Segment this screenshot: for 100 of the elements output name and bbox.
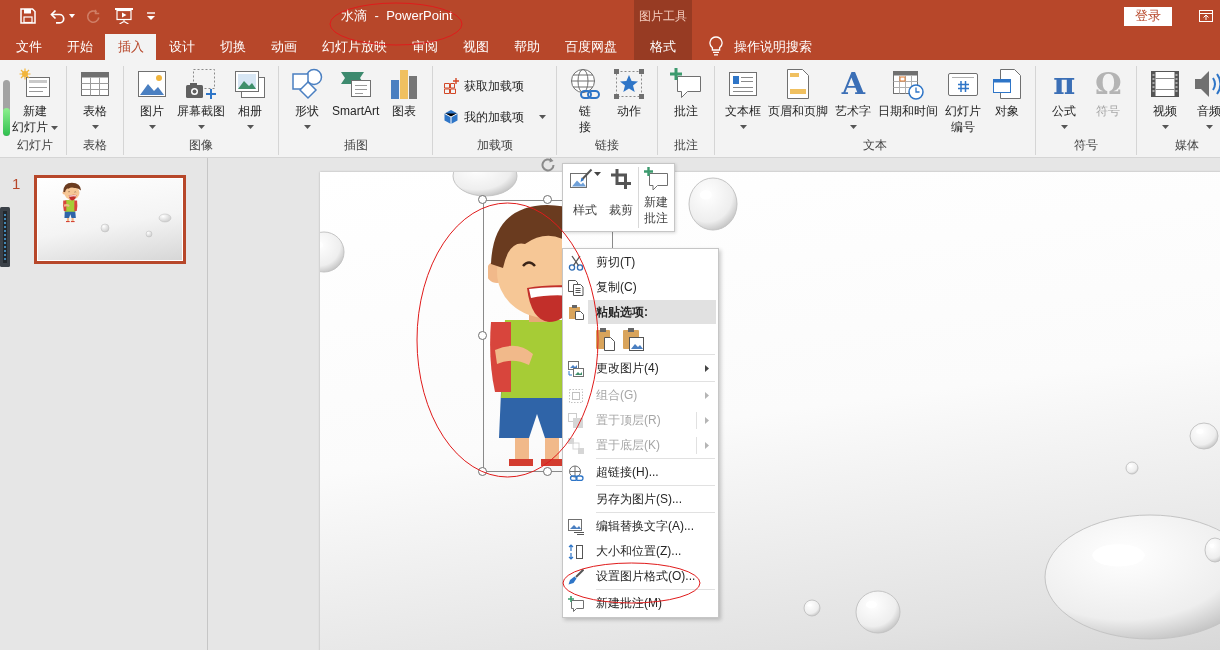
omega-icon: Ω bbox=[1092, 68, 1125, 100]
water-drop bbox=[855, 590, 901, 634]
water-drop bbox=[1125, 461, 1139, 475]
ribbon-button[interactable]: 我的加载项 bbox=[439, 105, 551, 129]
menu-section-header: 粘贴选项: bbox=[588, 300, 716, 324]
ribbon-tab[interactable]: 开始 bbox=[54, 34, 105, 60]
picture-icon bbox=[136, 68, 168, 100]
cube-icon bbox=[443, 109, 460, 125]
ribbon-button[interactable]: 相册 bbox=[228, 68, 272, 135]
ribbon-tab[interactable]: 插入 bbox=[105, 34, 156, 60]
toolbar-button[interactable]: 裁剪 bbox=[605, 167, 637, 228]
paste-option-button[interactable] bbox=[595, 327, 615, 351]
menu-item[interactable]: 更改图片(4) bbox=[563, 356, 718, 381]
group-label: 幻灯片 bbox=[16, 137, 54, 154]
resize-handle[interactable] bbox=[478, 331, 487, 340]
ribbon-button[interactable]: 视频 bbox=[1143, 68, 1188, 135]
picture-brush-icon bbox=[569, 168, 593, 190]
water-drop bbox=[158, 213, 172, 223]
star-frame-icon bbox=[613, 68, 646, 100]
ribbon-button[interactable]: 文本框 bbox=[721, 68, 766, 135]
ribbon-tab[interactable]: 文件 bbox=[3, 34, 54, 60]
ribbon-button[interactable]: 获取加载项 bbox=[439, 74, 529, 98]
water-drop bbox=[688, 177, 738, 231]
picture-swap-icon bbox=[567, 360, 584, 377]
customize-icon bbox=[147, 12, 155, 20]
sign-in-button[interactable]: 登录 bbox=[1124, 6, 1172, 26]
comment-plus-icon bbox=[567, 595, 584, 612]
water-drop bbox=[145, 230, 153, 238]
slide-thumbnail[interactable] bbox=[34, 175, 186, 264]
search-field[interactable]: 操作说明搜索 bbox=[734, 38, 844, 54]
menu-item[interactable]: 编辑替换文字(A)... bbox=[563, 514, 718, 539]
lightbulb-icon bbox=[709, 36, 723, 56]
grid-plus-icon bbox=[443, 78, 460, 94]
ribbon-tab[interactable]: 帮助 bbox=[501, 34, 552, 60]
ribbon-button[interactable]: 链 接 bbox=[563, 68, 608, 135]
group-label: 表格 bbox=[82, 137, 108, 154]
resize-handle[interactable] bbox=[543, 195, 552, 204]
menu-item[interactable]: 复制(C) bbox=[563, 275, 718, 300]
ribbon-tab[interactable]: 格式 bbox=[634, 34, 692, 60]
ribbon-button[interactable]: 页眉和页脚 bbox=[765, 68, 832, 119]
ribbon-tab[interactable]: 动画 bbox=[258, 34, 309, 60]
ribbon-button[interactable]: 形状 bbox=[285, 68, 329, 135]
water-drop bbox=[803, 599, 821, 617]
ribbon-button[interactable]: 表格 bbox=[73, 68, 117, 135]
paintbrush-icon bbox=[567, 568, 584, 585]
ribbon-button[interactable]: π 公式 bbox=[1042, 68, 1087, 135]
ribbon-tab[interactable]: 切换 bbox=[207, 34, 258, 60]
contextual-tab-label: 图片工具 bbox=[638, 7, 688, 25]
ribbon-tab[interactable]: 设计 bbox=[156, 34, 207, 60]
water-drop bbox=[452, 172, 518, 197]
ribbon-tab[interactable]: 视图 bbox=[450, 34, 501, 60]
dashed-squares-icon bbox=[567, 387, 584, 404]
ribbon-tab[interactable]: 审阅 bbox=[399, 34, 450, 60]
group-label: 符号 bbox=[1073, 137, 1100, 154]
group-label: 链接 bbox=[594, 137, 621, 154]
menu-item[interactable]: 另存为图片(S)... bbox=[563, 487, 718, 512]
slide-sparkle-icon bbox=[19, 68, 51, 100]
ribbon-button[interactable]: 图表 bbox=[382, 68, 427, 119]
ribbon-button[interactable]: 新建 幻灯片 bbox=[9, 68, 61, 135]
camera-frame-icon bbox=[185, 68, 217, 100]
ribbon-button[interactable]: 屏幕截图 bbox=[174, 68, 228, 135]
water-drop bbox=[100, 223, 110, 233]
calendar-clock-icon bbox=[892, 68, 925, 100]
water-drop bbox=[320, 231, 345, 273]
letter-a-icon: A bbox=[837, 68, 870, 100]
menu-item[interactable]: 超链接(H)... bbox=[563, 460, 718, 485]
group-label: 加载项 bbox=[475, 137, 514, 154]
cartoon-boy-drawing bbox=[62, 182, 82, 223]
toolbar-button[interactable]: 样式 bbox=[565, 167, 605, 228]
page-window-icon bbox=[991, 68, 1024, 100]
caret-icon bbox=[69, 14, 75, 18]
toolbar-button[interactable]: 新建 批注 bbox=[640, 167, 672, 228]
resize-handle[interactable] bbox=[543, 467, 552, 476]
group-label: 文本 bbox=[862, 137, 889, 154]
window-title: 水滴 - PowerPoint bbox=[340, 7, 454, 25]
resize-handle[interactable] bbox=[478, 195, 487, 204]
ribbon-button[interactable]: 批注 bbox=[664, 68, 709, 119]
ribbon-button[interactable]: 动作 bbox=[607, 68, 652, 119]
resize-handle[interactable] bbox=[478, 467, 487, 476]
ribbon-tab[interactable]: 百度网盘 bbox=[552, 34, 629, 60]
ribbon-button[interactable]: A 艺术字 bbox=[831, 68, 876, 135]
group-label: 批注 bbox=[673, 137, 700, 154]
crop-icon bbox=[611, 169, 631, 189]
picture-text-icon bbox=[567, 518, 584, 535]
ribbon-button[interactable]: 日期和时间 bbox=[875, 68, 942, 119]
ribbon-button[interactable]: 对象 bbox=[985, 68, 1030, 119]
overlapping-squares-icon bbox=[567, 412, 584, 429]
group-label: 媒体 bbox=[1174, 137, 1201, 154]
group-label: 图像 bbox=[188, 137, 214, 154]
menu-item[interactable]: 剪切(T) bbox=[563, 250, 718, 275]
globe-link-icon bbox=[569, 68, 602, 100]
ribbon-button[interactable]: 图片 bbox=[130, 68, 174, 135]
ribbon-button[interactable]: 幻灯片 编号 bbox=[941, 68, 986, 135]
menu-item[interactable]: 设置图片格式(O)... bbox=[563, 564, 718, 589]
ribbon-button[interactable]: SmartArt bbox=[329, 68, 383, 119]
ribbon-tab[interactable]: 幻灯片放映 bbox=[309, 34, 399, 60]
menu-item[interactable]: 大小和位置(Z)... bbox=[563, 539, 718, 564]
ribbon-display-icon bbox=[1199, 10, 1213, 22]
comment-plus-icon bbox=[644, 167, 668, 191]
paste-option-button[interactable] bbox=[622, 327, 644, 351]
